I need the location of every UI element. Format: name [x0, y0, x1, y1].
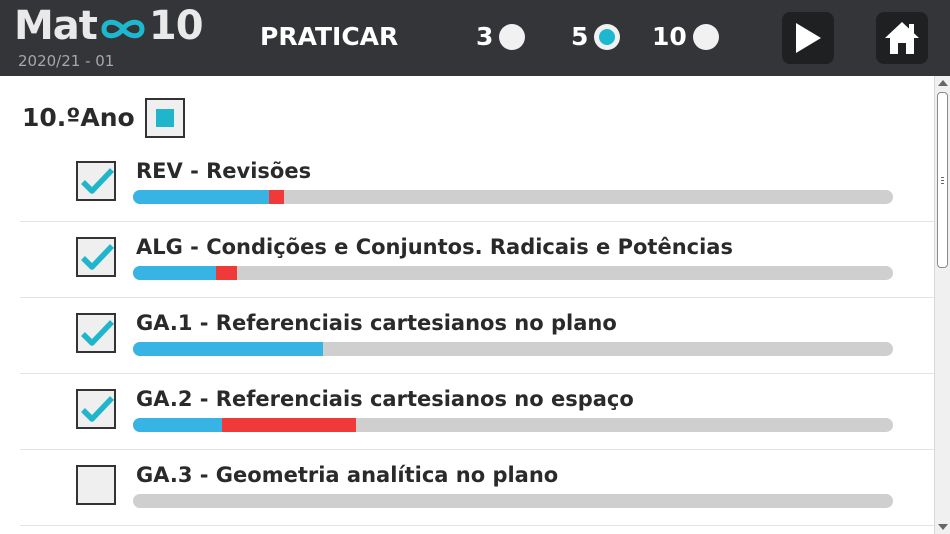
option-3-label: 3: [476, 22, 494, 51]
scroll-thumb[interactable]: [937, 92, 948, 268]
progress-wrong: [216, 266, 237, 280]
grip-line: [941, 183, 944, 184]
topic-progress-bar: [133, 494, 893, 508]
option-10-radio[interactable]: [692, 24, 719, 50]
year-checkbox[interactable]: [144, 98, 185, 138]
topic-row: REV - Revisões: [20, 146, 934, 222]
topic-checkbox[interactable]: [76, 465, 116, 505]
option-5-radio[interactable]: [594, 24, 621, 50]
topic-progress-bar: [133, 342, 893, 356]
logo-text-left: Mat: [14, 3, 98, 49]
grip-line: [941, 177, 944, 178]
checkmark-icon: [81, 320, 114, 346]
topic-row: GA.1 - Referenciais cartesianos no plano: [20, 298, 934, 374]
topic-checkbox[interactable]: [76, 237, 116, 277]
play-icon: [796, 23, 821, 53]
app-logo: Mat 10: [14, 2, 204, 50]
checkmark-icon: [81, 396, 114, 422]
topic-row: ALG - Condições e Conjuntos. Radicais e …: [20, 222, 934, 298]
vertical-scrollbar[interactable]: [934, 76, 950, 534]
topic-progress-bar: [133, 418, 893, 432]
topic-label: GA.3 - Geometria analítica no plano: [136, 463, 559, 487]
home-button[interactable]: [876, 12, 928, 64]
topic-label: GA.1 - Referenciais cartesianos no plano: [136, 311, 617, 335]
topic-progress-bar: [133, 266, 893, 280]
option-5-label: 5: [571, 22, 589, 51]
option-10-questions[interactable]: 10: [652, 22, 719, 52]
topic-list: 10.ºAno REV - Revisões ALG - Condições e…: [0, 76, 934, 534]
progress-correct: [133, 190, 269, 204]
home-icon: [885, 22, 919, 54]
scroll-down-icon[interactable]: [938, 524, 948, 530]
play-button[interactable]: [782, 12, 834, 64]
option-3-questions[interactable]: 3: [476, 22, 526, 52]
topic-label: GA.2 - Referenciais cartesianos no espaç…: [136, 387, 634, 411]
version-label: 2020/21 - 01: [18, 52, 115, 70]
progress-correct: [133, 342, 323, 356]
mode-title: PRATICAR: [260, 22, 399, 51]
topic-row: GA.2 - Referenciais cartesianos no espaç…: [20, 374, 934, 450]
topic-checkbox[interactable]: [76, 161, 116, 201]
progress-correct: [133, 266, 216, 280]
scroll-up-icon[interactable]: [938, 80, 948, 86]
option-5-questions[interactable]: 5: [571, 22, 621, 52]
progress-correct: [133, 418, 222, 432]
topic-checkbox[interactable]: [76, 389, 116, 429]
top-bar: Mat 10 2020/21 - 01 PRATICAR 3 5 10: [0, 0, 950, 76]
logo-text-right: 10: [148, 3, 204, 49]
checkmark-icon: [81, 244, 114, 270]
option-10-label: 10: [652, 22, 687, 51]
topic-label: ALG - Condições e Conjuntos. Radicais e …: [136, 235, 733, 259]
infinity-icon: [101, 19, 145, 39]
year-label: 10.ºAno: [22, 103, 135, 132]
option-3-radio[interactable]: [499, 24, 526, 50]
topic-label: REV - Revisões: [136, 159, 312, 183]
year-group: 10.ºAno: [22, 96, 185, 140]
progress-wrong: [269, 190, 284, 204]
progress-wrong: [222, 418, 356, 432]
topic-progress-bar: [133, 190, 893, 204]
checkmark-icon: [81, 168, 114, 194]
topic-checkbox[interactable]: [76, 313, 116, 353]
grip-line: [941, 180, 944, 181]
topic-row: GA.3 - Geometria analítica no plano: [20, 450, 934, 526]
